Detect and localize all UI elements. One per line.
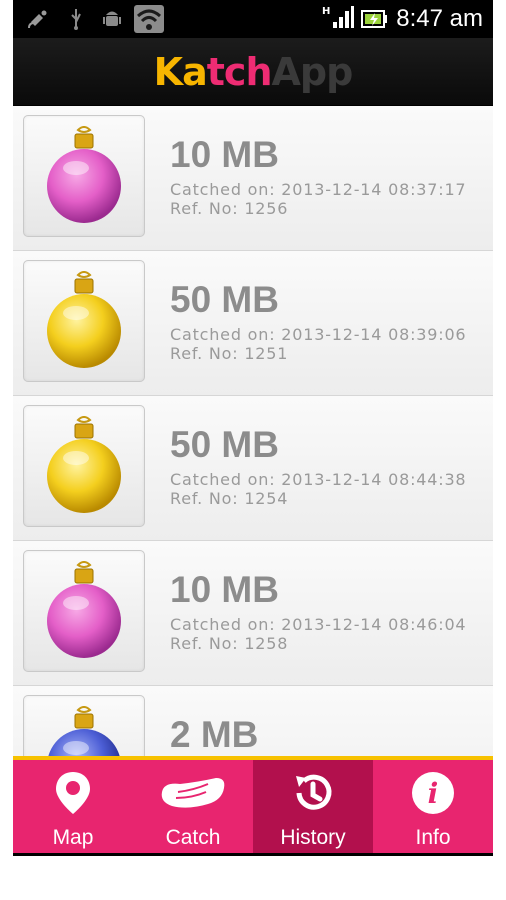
prize-size: 50 MB xyxy=(170,279,279,320)
app-logo: KatchApp xyxy=(153,50,354,94)
info-icon: i xyxy=(412,772,454,814)
status-time: 8:47 am xyxy=(396,5,483,32)
tab-map[interactable]: Map xyxy=(13,760,133,853)
tab-catch[interactable]: Catch xyxy=(133,760,253,853)
map-pin-icon xyxy=(56,772,90,814)
tab-label: Info xyxy=(415,826,451,849)
ornament-thumbnail xyxy=(23,550,145,672)
history-item[interactable]: 10 MB Catched on: 2013-12-14 08:46:04 Ref.… xyxy=(13,541,493,686)
battery-icon xyxy=(361,10,387,33)
svg-text:i: i xyxy=(428,777,439,810)
catch-hand-icon xyxy=(161,778,225,808)
catched-timestamp: Catched on: 2013-12-14 08:44:38 xyxy=(170,470,467,489)
catched-timestamp: Catched on: 2013-12-14 08:46:04 xyxy=(170,615,467,634)
android-debug-icon xyxy=(103,8,121,35)
reference-number: Ref. No: 1251 xyxy=(170,344,289,363)
catched-timestamp: Catched on: 2013-12-14 08:39:06 xyxy=(170,325,467,344)
history-item[interactable]: 50 MB Catched on: 2013-12-14 08:44:38 Ref.… xyxy=(13,396,493,541)
ornament-thumbnail xyxy=(23,695,145,756)
catched-timestamp: Catched on: 2013-12-14 08:37:17 xyxy=(170,180,467,199)
signal-icon: H xyxy=(320,4,354,35)
usb-icon xyxy=(69,8,83,35)
ornament-thumbnail xyxy=(23,405,145,527)
tab-label: Catch xyxy=(165,826,221,849)
history-item[interactable]: 2 MB xyxy=(13,686,493,756)
tab-history[interactable]: History xyxy=(253,760,373,853)
ornament-thumbnail xyxy=(23,115,145,237)
tab-info[interactable]: i Info xyxy=(373,760,493,853)
reference-number: Ref. No: 1254 xyxy=(170,489,289,508)
ornament-thumbnail xyxy=(23,260,145,382)
prize-size: 10 MB xyxy=(170,569,279,610)
bottom-divider xyxy=(13,853,493,856)
tab-label: History xyxy=(280,826,346,849)
reference-number: Ref. No: 1256 xyxy=(170,199,289,218)
status-bar: H 8:47 am xyxy=(13,0,493,38)
history-item[interactable]: 50 MB Catched on: 2013-12-14 08:39:06 Ref.… xyxy=(13,251,493,396)
title-bar: KatchApp xyxy=(13,38,493,106)
tab-label: Map xyxy=(52,826,94,849)
prize-size: 10 MB xyxy=(170,134,279,175)
history-list[interactable]: 10 MB Catched on: 2013-12-14 08:37:17 Ref.… xyxy=(13,106,493,756)
bottom-tab-bar: Map Catch History i Info xyxy=(13,756,493,853)
prize-size: 2 MB xyxy=(170,714,259,755)
prize-size: 50 MB xyxy=(170,424,279,465)
history-item[interactable]: 10 MB Catched on: 2013-12-14 08:37:17 Ref.… xyxy=(13,106,493,251)
history-icon xyxy=(296,774,332,810)
wifi-icon xyxy=(134,5,164,38)
satellite-icon xyxy=(27,8,51,35)
reference-number: Ref. No: 1258 xyxy=(170,634,289,653)
svg-text:H: H xyxy=(322,6,330,17)
app-screen: H 8:47 am KatchApp 10 MB Catched on: 2013… xyxy=(13,0,493,856)
